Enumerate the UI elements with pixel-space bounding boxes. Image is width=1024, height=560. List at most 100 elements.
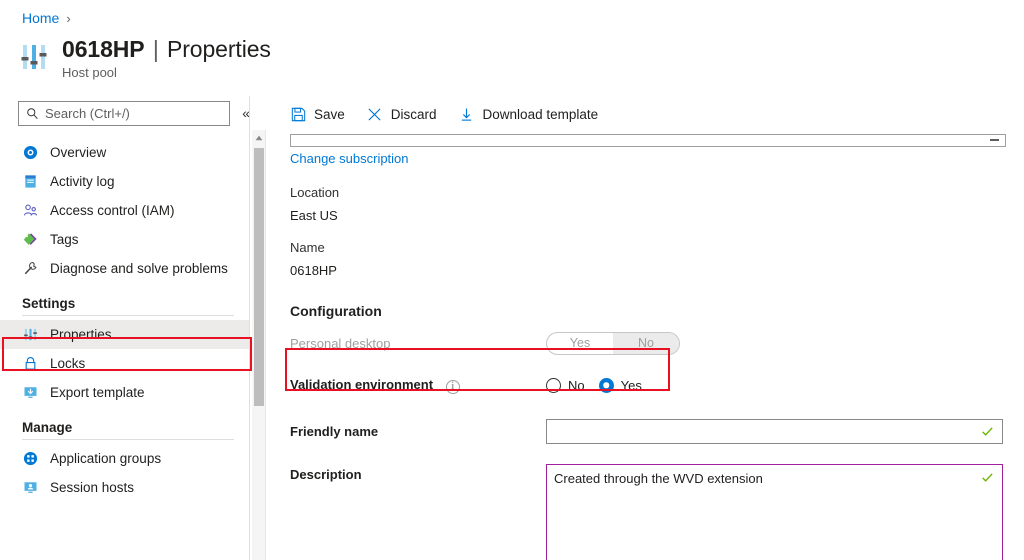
discard-x-icon <box>367 106 383 122</box>
search-input[interactable]: Search (Ctrl+/) <box>18 101 230 126</box>
sidebar-item-label: Application groups <box>50 451 161 466</box>
sidebar-item-activity-log[interactable]: Activity log <box>0 167 250 196</box>
breadcrumb: Home › <box>22 10 71 26</box>
command-label: Save <box>314 107 345 122</box>
search-icon <box>26 107 39 120</box>
info-circle-icon[interactable]: i <box>446 380 460 394</box>
subscription-dropdown[interactable] <box>290 134 1006 147</box>
scrollbar-thumb[interactable] <box>254 148 264 406</box>
sidebar-divider <box>249 96 250 560</box>
page-title: 0618HP | Properties <box>62 36 271 62</box>
breadcrumb-separator-icon: › <box>66 11 70 26</box>
save-floppy-icon <box>290 106 306 122</box>
download-arrow-icon <box>459 106 475 122</box>
sidebar-item-properties[interactable]: Properties <box>0 320 250 349</box>
access-control-people-icon <box>22 202 39 219</box>
resource-type-label: Host pool <box>62 65 271 80</box>
sidebar-item-label: Access control (IAM) <box>50 203 175 218</box>
sidebar-group-settings-title: Settings <box>0 296 250 311</box>
validation-environment-radio-no[interactable]: No <box>546 378 585 393</box>
sidebar-item-overview[interactable]: Overview <box>0 138 250 167</box>
description-textarea[interactable]: Created through the WVD extension <box>546 464 1003 560</box>
sidebar-item-label: Tags <box>50 232 79 247</box>
personal-desktop-toggle[interactable]: Yes No <box>546 332 680 355</box>
change-subscription-link[interactable]: Change subscription <box>290 151 409 166</box>
scroll-up-arrow-icon[interactable] <box>252 130 265 145</box>
page-title-resource: 0618HP <box>62 36 145 62</box>
radio-dot-icon <box>546 378 561 393</box>
radio-label: No <box>568 378 585 393</box>
session-hosts-monitor-icon <box>22 479 39 496</box>
sidebar: Search (Ctrl+/) « Overview <box>0 96 250 560</box>
sidebar-group-divider <box>22 315 234 316</box>
sidebar-item-label: Diagnose and solve problems <box>50 261 228 276</box>
green-check-icon <box>981 425 994 438</box>
tags-icon <box>22 231 39 248</box>
sidebar-group-manage-title: Manage <box>0 420 250 435</box>
main-content: Save Discard Download template <box>268 96 1024 560</box>
sidebar-item-label: Export template <box>50 385 145 400</box>
personal-desktop-option-yes[interactable]: Yes <box>547 333 613 354</box>
name-label: Name <box>290 240 1010 255</box>
properties-form: Change subscription Location East US Nam… <box>268 134 1024 560</box>
sidebar-item-label: Overview <box>50 145 106 160</box>
name-value: 0618HP <box>290 263 1010 278</box>
content-scrollbar[interactable] <box>252 130 266 560</box>
sidebar-search-row: Search (Ctrl+/) « <box>0 96 250 130</box>
command-label: Discard <box>391 107 437 122</box>
green-check-icon <box>981 471 994 484</box>
sidebar-item-label: Session hosts <box>50 480 134 495</box>
breadcrumb-home-link[interactable]: Home <box>22 10 59 26</box>
validation-environment-radio-yes[interactable]: Yes <box>599 378 642 393</box>
sidebar-item-application-groups[interactable]: Application groups <box>0 444 250 473</box>
sidebar-nav: Overview Activity log <box>0 138 250 502</box>
command-bar: Save Discard Download template <box>268 96 1024 132</box>
save-button[interactable]: Save <box>290 106 345 122</box>
command-label: Download template <box>483 107 599 122</box>
sidebar-item-access-control[interactable]: Access control (IAM) <box>0 196 250 225</box>
page-header: 0618HP | Properties Host pool <box>20 36 271 80</box>
page-title-section: Properties <box>167 36 271 62</box>
friendly-name-row: Friendly name <box>290 419 1010 444</box>
description-label: Description <box>290 467 546 482</box>
properties-sliders-icon <box>22 326 39 343</box>
sidebar-item-diagnose[interactable]: Diagnose and solve problems <box>0 254 250 283</box>
description-row: Description Created through the WVD exte… <box>290 464 1010 560</box>
location-value: East US <box>290 208 1010 223</box>
validation-environment-label: Validation environment <box>290 377 433 392</box>
overview-circle-icon <box>22 144 39 161</box>
chevron-down-icon <box>990 139 999 141</box>
sidebar-group-divider <box>22 439 234 440</box>
configuration-heading: Configuration <box>290 303 1010 319</box>
personal-desktop-label: Personal desktop <box>290 336 546 351</box>
sidebar-item-tags[interactable]: Tags <box>0 225 250 254</box>
friendly-name-input[interactable] <box>546 419 1003 444</box>
sidebar-item-session-hosts[interactable]: Session hosts <box>0 473 250 502</box>
wrench-icon <box>22 260 39 277</box>
lock-icon <box>22 355 39 372</box>
friendly-name-label: Friendly name <box>290 424 546 439</box>
application-groups-grid-icon <box>22 450 39 467</box>
location-label: Location <box>290 185 1010 200</box>
radio-label: Yes <box>621 378 642 393</box>
discard-button[interactable]: Discard <box>367 106 437 122</box>
personal-desktop-row: Personal desktop Yes No <box>290 331 1010 355</box>
sidebar-item-label: Locks <box>50 356 85 371</box>
radio-dot-icon <box>599 378 614 393</box>
personal-desktop-option-no[interactable]: No <box>613 333 679 354</box>
host-pool-sliders-icon <box>20 42 50 74</box>
azure-portal-host-pool-properties: Home › 0618HP | Properties Host pool <box>0 0 1024 560</box>
export-template-icon <box>22 384 39 401</box>
validation-environment-row: Validation environment i No Yes <box>290 373 1010 397</box>
sidebar-item-export-template[interactable]: Export template <box>0 378 250 407</box>
activity-log-book-icon <box>22 173 39 190</box>
sidebar-item-label: Properties <box>50 327 112 342</box>
download-template-button[interactable]: Download template <box>459 106 599 122</box>
validation-environment-label-wrap: Validation environment i <box>290 377 546 394</box>
page-title-divider: | <box>151 36 161 62</box>
sidebar-item-locks[interactable]: Locks <box>0 349 250 378</box>
validation-environment-radio-group: No Yes <box>546 378 642 393</box>
description-value: Created through the WVD extension <box>554 471 763 486</box>
search-placeholder: Search (Ctrl+/) <box>45 106 130 121</box>
sidebar-item-label: Activity log <box>50 174 115 189</box>
